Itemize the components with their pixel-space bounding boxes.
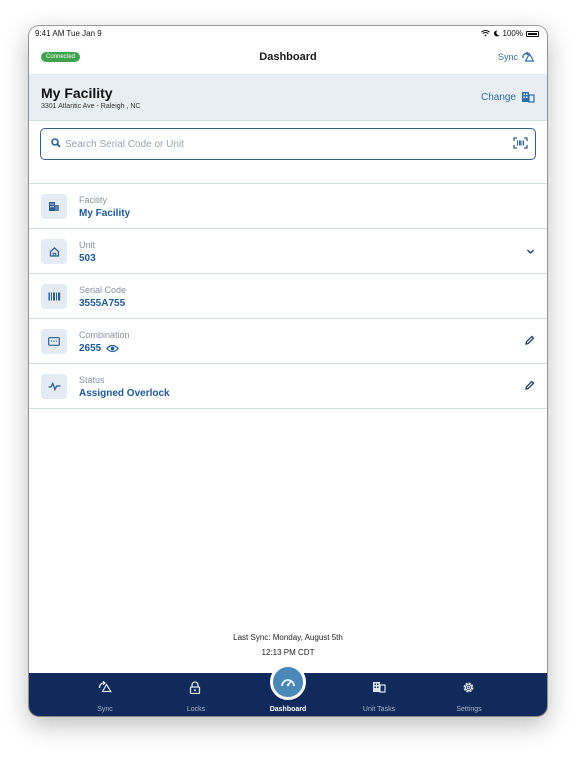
lock-details-list: Facility My Facility Unit 503 Serial Cod… [29,183,547,409]
row-value: My Facility [79,208,130,219]
search-icon [51,138,61,148]
pencil-icon[interactable] [524,335,535,346]
gear-icon [463,682,474,693]
list-item-status: Status Assigned Overlock [29,364,547,409]
page-title: Dashboard [259,51,317,63]
facility-name: My Facility [41,85,113,101]
sync-button[interactable]: Sync [498,52,535,62]
tab-label: Sync [97,706,113,713]
home-icon [49,246,59,257]
search-field[interactable] [40,128,536,160]
tab-locks[interactable]: Locks [151,673,241,716]
tab-label: Dashboard [269,706,307,713]
row-value: 2655 [79,343,120,354]
activity-icon [48,382,60,391]
combination-value: 2655 [79,343,102,354]
last-sync-info: Last Sync: Monday, August 5th 12:13 PM C… [29,630,547,660]
status-bar: 9:41 AM Tue Jan 9 100% [29,26,547,42]
eye-icon[interactable] [106,344,120,353]
tab-sync[interactable]: Sync [60,673,150,716]
keypad-icon [48,337,60,346]
battery-percent: 100% [502,29,523,38]
change-facility-button[interactable]: Change [481,91,535,103]
moon-icon [493,30,500,37]
row-icon-box [41,374,67,399]
row-value: 503 [79,253,96,264]
facility-header: My Facility 3301 Atlantic Ave - Raleigh … [29,74,547,121]
tab-label: Settings [456,706,482,713]
row-label: Facility [79,195,108,205]
gauge-icon [281,679,295,687]
status-value: Assigned Overlock [79,388,170,399]
last-sync-date: Last Sync: Monday, August 5th [233,633,343,642]
facility-value: My Facility [79,208,131,219]
building-icon [373,682,386,693]
sync-icon [98,681,112,693]
unit-value: 503 [79,253,96,264]
sync-icon [522,52,535,62]
row-label: Combination [79,330,130,340]
last-sync-time: 12:13 PM CDT [261,648,315,657]
status-time: 9:41 AM Tue Jan 9 [35,29,102,38]
sync-button-label: Sync [497,52,518,62]
list-item-serial-code: Serial Code 3555A755 [29,274,547,319]
navigation-bar: Connected Dashboard Sync [29,42,547,74]
row-label: Status [79,375,105,385]
row-icon-box [41,239,67,264]
building-icon [49,202,59,211]
facility-address: 3301 Atlantic Ave - Raleigh , NC [41,103,141,110]
serial-code-value: 3555A755 [79,298,126,309]
row-icon-box [41,284,67,309]
ipad-screen: 9:41 AM Tue Jan 9 100% Connected Dashboa… [29,26,547,716]
tab-label: Unit Tasks [362,706,396,713]
tab-label: Locks [186,706,206,713]
building-icon [522,92,535,103]
list-item-unit[interactable]: Unit 503 [29,229,547,274]
search-input[interactable] [65,135,505,153]
row-icon-box [41,329,67,354]
pencil-icon[interactable] [524,380,535,391]
battery-icon [526,30,539,37]
lock-icon [189,681,201,694]
row-value: Assigned Overlock [79,388,170,399]
wifi-icon [480,30,490,37]
barcode-icon [48,292,60,301]
chevron-down-icon[interactable] [526,247,535,256]
barcode-scan-icon[interactable] [513,137,528,149]
dashboard-tab-button[interactable] [270,664,306,700]
change-facility-label: Change [480,91,516,103]
tab-unit-tasks[interactable]: Unit Tasks [334,673,424,716]
status-indicators: 100% [480,29,539,38]
row-value: 3555A755 [79,298,125,309]
list-item-facility: Facility My Facility [29,184,547,229]
row-label: Unit [79,240,96,250]
tab-settings[interactable]: Settings [424,673,514,716]
row-label: Serial Code [79,285,127,295]
list-item-combination: Combination 2655 [29,319,547,364]
row-icon-box [41,194,67,219]
